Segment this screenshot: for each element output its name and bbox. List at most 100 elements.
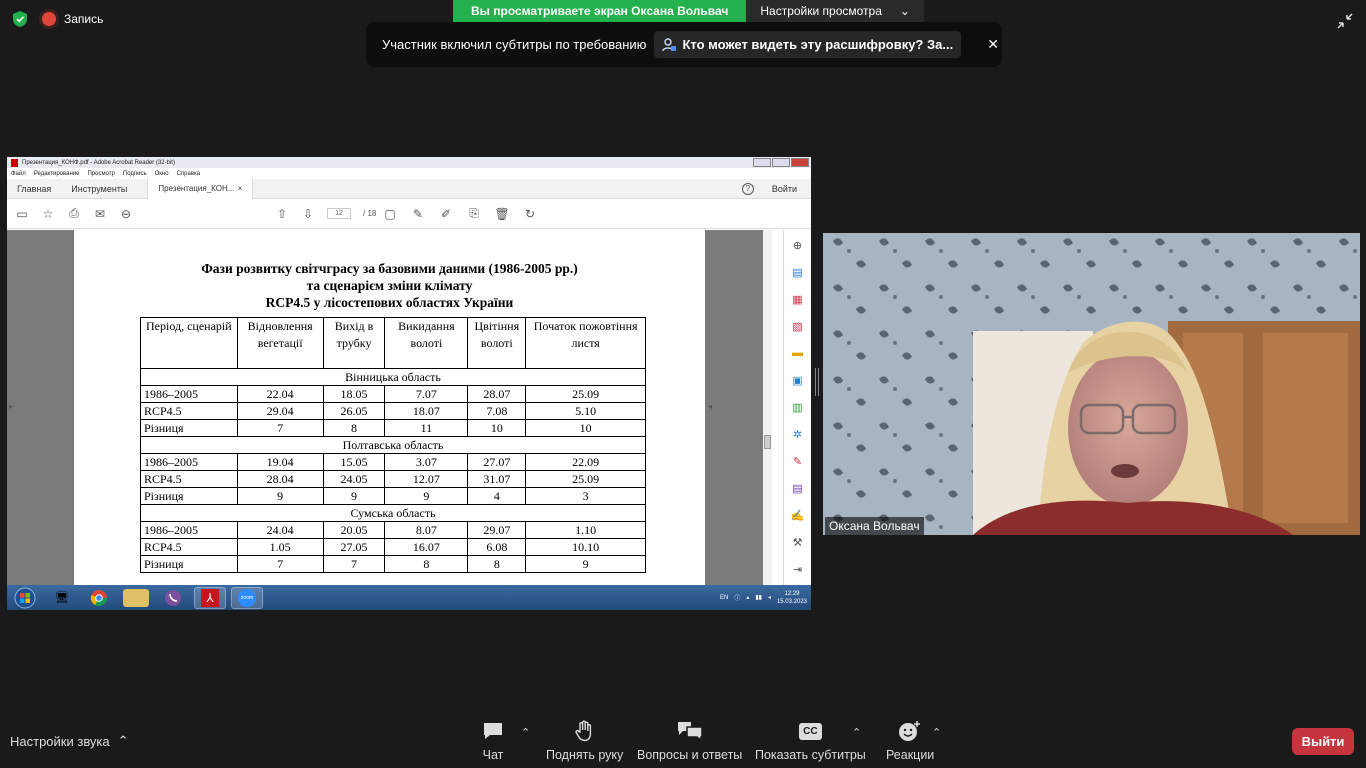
reactions-options-caret[interactable]: ⌃ bbox=[932, 726, 941, 739]
window-close-button[interactable] bbox=[791, 158, 809, 167]
mail-icon[interactable]: ✉ bbox=[93, 207, 107, 221]
left-arrow-icon[interactable]: ▸ bbox=[9, 402, 13, 411]
organize-pages-icon[interactable]: ▦ bbox=[791, 290, 805, 308]
volume-icon[interactable]: ◂ bbox=[768, 594, 771, 601]
tab-document[interactable]: Презентация_КОН... × bbox=[147, 178, 254, 199]
menu-view[interactable]: Просмотр bbox=[87, 171, 114, 177]
qa-button[interactable]: Вопросы и ответы bbox=[637, 720, 742, 762]
column-header: Цвітіння волоті bbox=[467, 317, 527, 369]
table-row: RCP4.5 1.05 27.05 16.07 6.08 10.10 bbox=[140, 538, 646, 556]
start-button[interactable] bbox=[9, 587, 41, 609]
shield-icon[interactable] bbox=[12, 10, 28, 28]
chat-options-caret[interactable]: ⌃ bbox=[521, 726, 530, 739]
save-icon[interactable]: ▭ bbox=[15, 207, 29, 221]
collapse-panel-icon[interactable]: ⇥ bbox=[791, 560, 805, 578]
folder-icon[interactable] bbox=[123, 588, 149, 607]
scrollbar-thumb[interactable] bbox=[764, 435, 771, 449]
more-tools-icon[interactable]: ⚒ bbox=[791, 533, 805, 551]
compress-icon[interactable]: ▥ bbox=[791, 398, 805, 416]
document-area[interactable]: ▸ Фази розвитку світчграсу за базовими д… bbox=[7, 230, 769, 585]
minimize-button[interactable] bbox=[753, 158, 771, 167]
menu-file[interactable]: Файл bbox=[11, 171, 26, 177]
row-label: Різниця bbox=[140, 419, 238, 437]
panel-resize-handle[interactable] bbox=[815, 368, 819, 396]
show-captions-button[interactable]: CC Показать субтитры bbox=[755, 720, 866, 762]
stamp-icon[interactable]: ⎘ bbox=[467, 206, 481, 221]
maximize-button[interactable] bbox=[772, 158, 790, 167]
exit-fullscreen-icon[interactable] bbox=[1336, 12, 1354, 30]
menu-sign[interactable]: Подпись bbox=[123, 171, 147, 177]
viber-icon[interactable] bbox=[157, 587, 189, 609]
leave-meeting-button[interactable]: Выйти bbox=[1292, 728, 1354, 755]
rotate-icon[interactable]: ↻ bbox=[523, 207, 537, 221]
zoom-out-icon[interactable]: ⊖ bbox=[119, 207, 133, 221]
chevron-up-icon: ⌃ bbox=[117, 733, 129, 748]
fill-sign-icon[interactable]: ✎ bbox=[791, 452, 805, 470]
export-pdf-icon[interactable]: ▤ bbox=[791, 263, 805, 281]
chrome-icon[interactable] bbox=[83, 587, 115, 609]
captions-who-can-see-link[interactable]: Кто может видеть эту расшифровку? За... bbox=[654, 31, 962, 58]
view-options-button[interactable]: Настройки просмотра ⌄ bbox=[746, 0, 924, 22]
recording-indicator[interactable]: Запись bbox=[42, 12, 103, 26]
close-icon[interactable]: ✕ bbox=[987, 36, 999, 53]
reactions-button[interactable]: Реакции bbox=[886, 720, 934, 762]
sign-icon[interactable]: ✍ bbox=[791, 506, 805, 524]
title-line-1: Фази розвитку світчграсу за базовими дан… bbox=[201, 261, 578, 276]
help-tray-icon[interactable]: ⓘ bbox=[734, 593, 740, 602]
signin-button[interactable]: Войти bbox=[772, 184, 797, 194]
clock[interactable]: 12:29 15.03.2023 bbox=[777, 590, 807, 606]
chat-button[interactable]: Чат bbox=[482, 720, 504, 762]
participant-video[interactable]: Оксана Вольвач bbox=[823, 233, 1360, 535]
table-row: RCP4.5 29.04 26.05 18.07 7.08 5.10 bbox=[140, 402, 646, 420]
edit-pdf-icon[interactable]: ▤ bbox=[791, 479, 805, 497]
vertical-scrollbar[interactable] bbox=[763, 230, 772, 585]
star-icon[interactable]: ☆ bbox=[41, 207, 55, 221]
audio-settings-button[interactable]: Настройки звука ⌃ bbox=[10, 733, 129, 749]
comment-panel-icon[interactable]: ▬ bbox=[791, 344, 805, 362]
comment-icon[interactable]: ▢ bbox=[383, 207, 397, 221]
taskbar-explorer-icon[interactable]: 🖥 bbox=[46, 587, 78, 609]
delete-icon[interactable]: 🗑 bbox=[494, 207, 509, 221]
highlight-icon[interactable]: ✎ bbox=[411, 207, 425, 221]
acrobat-tabs-right: ? Войти bbox=[741, 182, 797, 195]
scan-icon[interactable]: ✲ bbox=[791, 425, 805, 443]
create-pdf-icon[interactable]: ▧ bbox=[791, 317, 805, 335]
zoom-icon[interactable]: ⊕ bbox=[791, 236, 805, 254]
language-indicator[interactable]: EN bbox=[720, 595, 728, 601]
column-header: Вихід в трубку bbox=[322, 317, 386, 369]
network-icon[interactable]: ▮▮ bbox=[755, 594, 762, 601]
audio-settings-label: Настройки звука bbox=[10, 733, 110, 749]
page-number-input[interactable]: 12 bbox=[327, 208, 351, 219]
menu-edit[interactable]: Редактирование bbox=[34, 171, 80, 177]
right-arrow-icon[interactable]: ◂ bbox=[708, 402, 712, 411]
acrobat-taskbar-icon[interactable]: ⅄ bbox=[194, 586, 226, 609]
zoom-taskbar-icon[interactable]: zoom bbox=[231, 586, 263, 609]
tab-home[interactable]: Главная bbox=[7, 184, 61, 194]
table-cell: 26.05 bbox=[322, 402, 386, 420]
cc-badge: CC bbox=[799, 722, 822, 740]
table-cell: 6.08 bbox=[467, 538, 527, 556]
tab-tools[interactable]: Инструменты bbox=[61, 184, 137, 194]
combine-files-icon[interactable]: ▣ bbox=[791, 371, 805, 389]
table-cell: 9 bbox=[525, 555, 646, 573]
menu-window[interactable]: Окно bbox=[155, 171, 169, 177]
table-cell: 24.04 bbox=[236, 521, 324, 539]
row-label: RCP4.5 bbox=[140, 538, 238, 556]
page-up-icon[interactable]: ⇧ bbox=[275, 207, 289, 221]
captions-options-caret[interactable]: ⌃ bbox=[852, 726, 861, 739]
raise-hand-button[interactable]: Поднять руку bbox=[546, 720, 623, 762]
help-icon[interactable]: ? bbox=[741, 182, 754, 195]
chevron-down-icon: ⌄ bbox=[899, 4, 910, 18]
row-label: 1986–2005 bbox=[140, 453, 238, 471]
table-cell: 7 bbox=[236, 555, 324, 573]
table-header-row: Період, сценарій Відновлення вегетації В… bbox=[140, 317, 646, 369]
tray-arrow-icon[interactable]: ▴ bbox=[746, 594, 749, 601]
table-cell: 27.07 bbox=[467, 453, 527, 471]
acrobat-title-bar: Презентация_КОНФ.pdf - Adobe Acrobat Rea… bbox=[7, 157, 811, 168]
menu-help[interactable]: Справка bbox=[177, 171, 201, 177]
draw-icon[interactable]: ✐ bbox=[439, 207, 453, 221]
print-icon[interactable]: ⎙ bbox=[67, 206, 81, 221]
acrobat-tools-panel: ⊕ ▤ ▦ ▧ ▬ ▣ ▥ ✲ ✎ ▤ ✍ ⚒ ⇥ bbox=[783, 230, 811, 585]
close-icon[interactable]: × bbox=[238, 184, 243, 193]
page-down-icon[interactable]: ⇩ bbox=[301, 207, 315, 221]
